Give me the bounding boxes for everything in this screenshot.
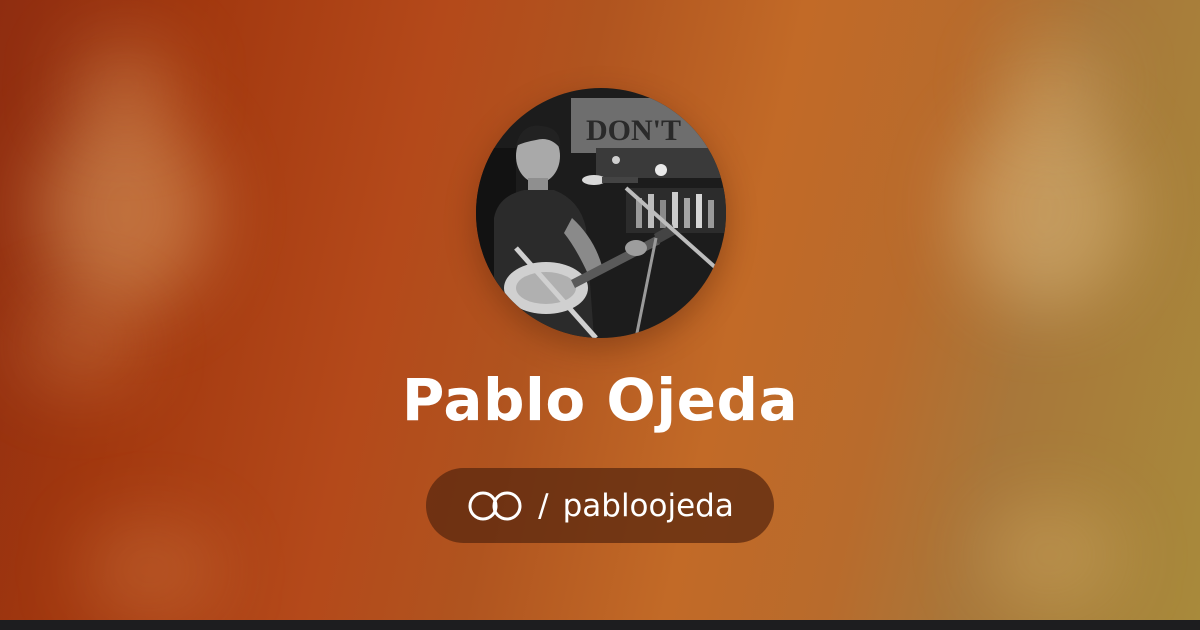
- profile-avatar: DON'T: [476, 88, 726, 338]
- background-glow: [80, 520, 220, 620]
- background-glow: [40, 110, 210, 310]
- linked-rings-icon: [466, 490, 524, 522]
- share-card: DON'T Pablo Ojeda / pabloojeda: [0, 0, 1200, 630]
- background-glow: [960, 110, 1130, 310]
- profile-photo: DON'T: [476, 88, 726, 338]
- profile-name: Pablo Ojeda: [401, 366, 799, 434]
- background-glow: [70, 40, 180, 130]
- footer-bar: [0, 620, 1200, 630]
- svg-text:DON'T: DON'T: [586, 114, 681, 147]
- background-glow: [980, 500, 1120, 610]
- background-glow: [1000, 40, 1110, 130]
- profile-handle-link[interactable]: / pabloojeda: [426, 468, 774, 543]
- handle-separator: /: [538, 487, 549, 524]
- profile-handle: pabloojeda: [562, 487, 734, 524]
